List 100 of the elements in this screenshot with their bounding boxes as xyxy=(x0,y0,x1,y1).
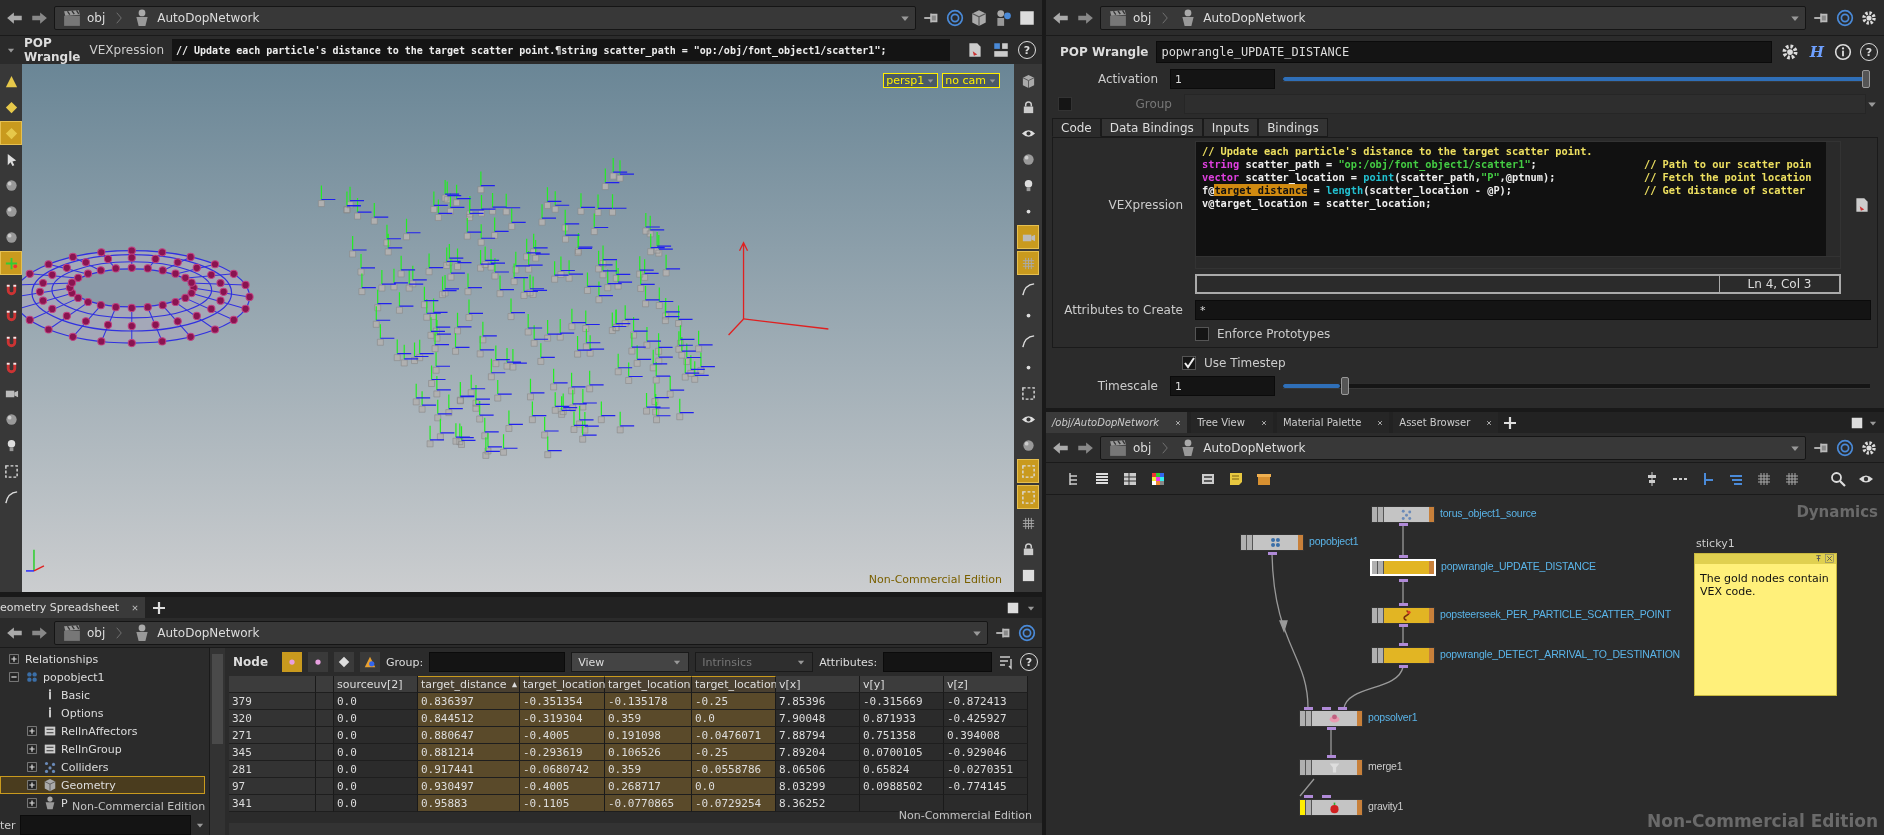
grid-icon[interactable] xyxy=(1020,515,1036,531)
frame-icon[interactable] xyxy=(3,463,19,479)
node-port[interactable] xyxy=(1399,624,1408,627)
node-port[interactable] xyxy=(1327,727,1336,730)
network-node[interactable] xyxy=(1371,506,1435,523)
network-node[interactable] xyxy=(1299,710,1363,727)
slider-thumb[interactable] xyxy=(1862,70,1870,88)
pin-icon[interactable] xyxy=(1814,554,1823,563)
node-port[interactable] xyxy=(1399,665,1408,668)
collapse-icon[interactable] xyxy=(7,670,21,684)
target-icon[interactable] xyxy=(1836,8,1854,27)
sphere-icon[interactable] xyxy=(1020,437,1036,453)
scrollbar[interactable] xyxy=(1826,142,1840,256)
column-header[interactable]: target_location xyxy=(692,676,776,693)
tree-row[interactable]: Basic xyxy=(0,686,94,704)
target-icon[interactable] xyxy=(1836,438,1854,457)
node-label[interactable]: popwrangle_UPDATE_DISTANCE xyxy=(1441,560,1596,572)
code-editor[interactable] xyxy=(1195,141,1841,269)
path-crumb[interactable]: obj xyxy=(1105,438,1156,457)
script-icon[interactable] xyxy=(1853,196,1871,214)
path-bar[interactable]: obj AutoDopNetwork xyxy=(1100,5,1806,30)
square-icon[interactable] xyxy=(1850,415,1864,430)
expand-icon[interactable] xyxy=(7,652,21,666)
sphere-icon[interactable] xyxy=(3,411,19,427)
diamond-icon[interactable] xyxy=(3,99,19,115)
list-icon[interactable] xyxy=(1094,470,1110,487)
cone-icon[interactable] xyxy=(3,73,19,89)
pane-tab[interactable]: Material Palette xyxy=(1276,412,1390,433)
node-port[interactable] xyxy=(1399,603,1408,606)
expand-icon[interactable] xyxy=(25,778,39,792)
timescale-field[interactable]: 1 xyxy=(1170,376,1275,396)
node-label[interactable]: torus_object1_source xyxy=(1440,507,1537,519)
settings-icon[interactable] xyxy=(1860,438,1878,457)
curve-icon[interactable] xyxy=(1020,281,1036,297)
node-label[interactable]: gravity1 xyxy=(1368,800,1404,812)
expand-icon[interactable] xyxy=(25,742,39,756)
cube-icon[interactable] xyxy=(1020,73,1036,89)
checkbox[interactable] xyxy=(1195,327,1209,341)
move-handle-icon[interactable] xyxy=(3,255,19,271)
sphere-icon[interactable] xyxy=(3,229,19,245)
node-port[interactable] xyxy=(1399,643,1408,646)
path-bar[interactable]: obj AutoDopNetwork xyxy=(1100,435,1806,460)
scrollbar[interactable] xyxy=(1196,256,1840,268)
expand-icon[interactable] xyxy=(25,796,39,810)
settings-icon[interactable] xyxy=(1860,8,1878,27)
column-header[interactable]: target_distance xyxy=(418,676,520,693)
parameter-tab[interactable]: Inputs xyxy=(1202,118,1259,137)
path-crumb[interactable]: AutoDopNetwork xyxy=(1175,438,1310,457)
camera-menu-button[interactable]: no cam xyxy=(942,73,1000,88)
network-node[interactable] xyxy=(1240,534,1304,551)
view-dropdown[interactable]: View xyxy=(571,652,690,672)
plus-icon[interactable] xyxy=(151,599,168,616)
node-port[interactable] xyxy=(1399,523,1408,526)
column-header[interactable]: v[y] xyxy=(860,676,944,693)
column-header[interactable]: target_location xyxy=(605,676,692,693)
target-icon[interactable] xyxy=(946,8,964,27)
group-field[interactable] xyxy=(429,652,566,672)
filter-field[interactable] xyxy=(19,815,191,835)
node-port[interactable] xyxy=(1399,579,1408,582)
grid-icon[interactable] xyxy=(1784,470,1800,487)
path-crumb[interactable]: AutoDopNetwork xyxy=(129,8,264,27)
tree-row[interactable]: Relationships xyxy=(0,650,102,668)
parameter-tab[interactable]: Bindings xyxy=(1258,118,1328,137)
node-label[interactable]: merge1 xyxy=(1368,760,1403,772)
column-header[interactable]: v[z] xyxy=(944,676,1028,693)
path-crumb[interactable]: obj xyxy=(59,8,110,27)
path-crumb[interactable]: obj xyxy=(59,623,110,642)
plus-icon[interactable] xyxy=(1502,414,1519,431)
attributes-field[interactable]: * xyxy=(1195,300,1871,320)
activation-field[interactable]: 1 xyxy=(1170,69,1275,89)
path-crumb[interactable]: obj xyxy=(1105,8,1156,27)
search-icon[interactable] xyxy=(1830,470,1846,487)
scrollbar[interactable] xyxy=(229,823,1042,835)
network-node[interactable] xyxy=(1299,759,1363,776)
node-label[interactable]: popwrangle_DETECT_ARRIVAL_TO_DESTINATION xyxy=(1440,648,1680,660)
node-port[interactable] xyxy=(1399,555,1408,558)
pane-tab[interactable]: /obj/AutoDopNetwork xyxy=(1046,412,1188,433)
pane-tab[interactable]: Tree View xyxy=(1191,412,1273,433)
tree-row[interactable]: RelInAffectors xyxy=(0,722,141,740)
square-icon[interactable] xyxy=(1006,600,1020,615)
curve-icon[interactable] xyxy=(3,489,19,505)
node-label[interactable]: popsolver1 xyxy=(1368,711,1418,723)
asset-button[interactable]: H xyxy=(1807,43,1826,61)
curve-icon[interactable] xyxy=(1020,333,1036,349)
pane-tab[interactable]: Asset Browser xyxy=(1393,412,1499,433)
network-node[interactable] xyxy=(1299,799,1363,816)
attributes-field[interactable] xyxy=(883,652,992,672)
info-icon[interactable] xyxy=(1834,43,1852,61)
cube-icon[interactable] xyxy=(970,8,988,27)
column-header[interactable]: v[x] xyxy=(776,676,860,693)
parameter-tab[interactable]: Code xyxy=(1052,118,1101,137)
checkbox[interactable] xyxy=(1182,356,1196,370)
scrollbar[interactable] xyxy=(209,648,225,835)
column-header[interactable]: sourceuv[2] xyxy=(334,676,418,693)
path-crumb[interactable]: AutoDopNetwork xyxy=(129,623,264,642)
expand-icon[interactable] xyxy=(25,724,39,738)
square-icon[interactable] xyxy=(1020,567,1036,583)
network-node[interactable] xyxy=(1371,647,1435,664)
layout-icon[interactable] xyxy=(992,41,1010,59)
target-icon[interactable] xyxy=(1018,623,1036,642)
